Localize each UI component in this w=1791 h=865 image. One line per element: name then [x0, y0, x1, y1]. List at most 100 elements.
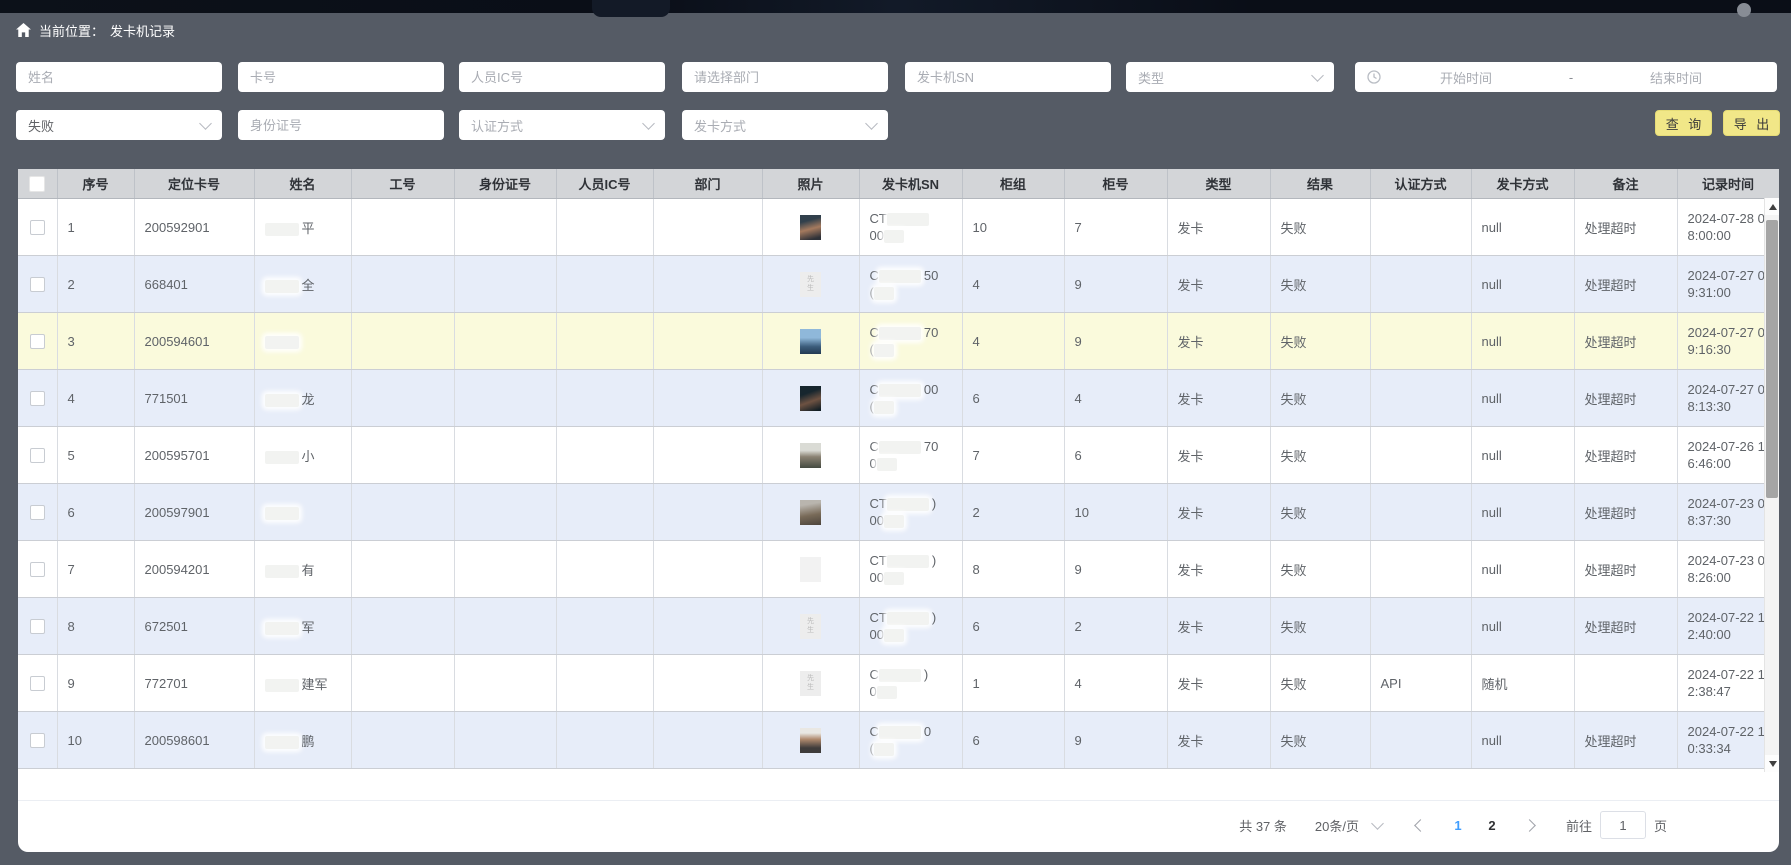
cell-empno: [351, 313, 454, 370]
col-header-time: 记录时间: [1677, 169, 1779, 199]
table-row[interactable]: 5200595701小C70076发卡失败null处理超时2024-07-26 …: [18, 427, 1779, 484]
card-number-input[interactable]: [238, 62, 444, 92]
select-all-checkbox[interactable]: [29, 176, 45, 192]
cell-remark: 处理超时: [1574, 370, 1677, 427]
cell-remark: 处理超时: [1574, 541, 1677, 598]
cell-result: 失败: [1270, 370, 1370, 427]
goto-page-input[interactable]: [1600, 811, 1646, 839]
table-header-row: 序号 定位卡号 姓名 工号 身份证号 人员IC号 部门 照片 发卡机SN 柜组 …: [18, 169, 1779, 199]
col-header-remark: 备注: [1574, 169, 1677, 199]
redacted-sn: [879, 441, 921, 454]
table-row[interactable]: 10200598601鹏C0(69发卡失败null处理超时2024-07-22 …: [18, 712, 1779, 769]
col-header-empno: 工号: [351, 169, 454, 199]
cell-icno: [556, 313, 653, 370]
cell-card: 772701: [134, 655, 254, 712]
prev-page-button[interactable]: [1414, 819, 1427, 832]
cell-issuer-sn: CT)00: [859, 541, 962, 598]
pagination-divider: [18, 800, 1779, 801]
cell-dept: [653, 199, 762, 256]
table-row[interactable]: 7200594201有CT)0089发卡失败null处理超时2024-07-23…: [18, 541, 1779, 598]
chevron-down-icon: [642, 117, 655, 130]
page-size-select[interactable]: 20条/页: [1315, 816, 1382, 835]
col-header-group: 柜组: [962, 169, 1064, 199]
row-checkbox[interactable]: [30, 676, 45, 691]
cell-remark: 处理超时: [1574, 256, 1677, 313]
table-row[interactable]: 3200594601C70(49发卡失败null处理超时2024-07-27 0…: [18, 313, 1779, 370]
table-row[interactable]: 9772701建军先生C)014发卡失败API随机2024-07-22 12:3…: [18, 655, 1779, 712]
table-row[interactable]: 6200597901CT)00210发卡失败null处理超时2024-07-23…: [18, 484, 1779, 541]
cell-seq: 1: [57, 199, 134, 256]
cell-dept: [653, 598, 762, 655]
redacted-sn: [877, 458, 897, 471]
cell-name: 平: [254, 199, 351, 256]
row-checkbox[interactable]: [30, 220, 45, 235]
table-row[interactable]: 8672501军先生CT)0062发卡失败null处理超时2024-07-22 …: [18, 598, 1779, 655]
issue-method-select[interactable]: 发卡方式: [682, 110, 888, 140]
name-suffix: 军: [302, 620, 315, 635]
cell-box: 4: [1064, 655, 1167, 712]
page-button-2[interactable]: 2: [1481, 818, 1503, 833]
cell-type: 发卡: [1167, 313, 1270, 370]
cell-method: null: [1471, 199, 1574, 256]
redacted-sn: [887, 555, 929, 568]
cell-box: 7: [1064, 199, 1167, 256]
redacted-name: [265, 507, 299, 520]
table-scrollbar[interactable]: [1764, 198, 1779, 772]
person-ic-input[interactable]: [459, 62, 665, 92]
cell-card: 200592901: [134, 199, 254, 256]
cell-seq: 4: [57, 370, 134, 427]
row-checkbox[interactable]: [30, 619, 45, 634]
cell-seq: 10: [57, 712, 134, 769]
cell-group: 7: [962, 427, 1064, 484]
row-checkbox[interactable]: [30, 733, 45, 748]
issuer-sn-input[interactable]: [905, 62, 1111, 92]
chevron-down-icon: [1371, 817, 1384, 830]
type-select[interactable]: 类型: [1126, 62, 1334, 92]
cell-method: null: [1471, 313, 1574, 370]
cell-idno: [454, 598, 556, 655]
goto-prefix-label: 前往: [1566, 816, 1592, 835]
cell-name: 有: [254, 541, 351, 598]
cell-empno: [351, 598, 454, 655]
cell-box: 4: [1064, 370, 1167, 427]
table-row[interactable]: 4771501龙C00(64发卡失败null处理超时2024-07-27 08:…: [18, 370, 1779, 427]
row-checkbox[interactable]: [30, 391, 45, 406]
name-input[interactable]: [16, 62, 222, 92]
department-input[interactable]: [682, 62, 888, 92]
next-page-button[interactable]: [1523, 819, 1536, 832]
scroll-up-button[interactable]: [1765, 198, 1779, 215]
result-select[interactable]: 失败: [16, 110, 222, 140]
cell-photo: [762, 484, 859, 541]
row-checkbox[interactable]: [30, 277, 45, 292]
page-button-1[interactable]: 1: [1447, 818, 1469, 833]
id-number-input[interactable]: [238, 110, 444, 140]
cell-empno: [351, 484, 454, 541]
export-button[interactable]: 导 出: [1723, 110, 1780, 136]
scrollbar-thumb[interactable]: [1766, 220, 1778, 498]
cell-auth: [1370, 256, 1471, 313]
cell-icno: [556, 598, 653, 655]
query-button[interactable]: 查 询: [1655, 110, 1712, 136]
cell-auth: [1370, 484, 1471, 541]
row-checkbox[interactable]: [30, 505, 45, 520]
cell-checkbox: [18, 655, 57, 712]
table-row[interactable]: 2668401全先生C50(49发卡失败null处理超时2024-07-27 0…: [18, 256, 1779, 313]
row-checkbox[interactable]: [30, 334, 45, 349]
row-checkbox[interactable]: [30, 448, 45, 463]
cell-type: 发卡: [1167, 199, 1270, 256]
cell-seq: 5: [57, 427, 134, 484]
table-row[interactable]: 1200592901平CT00107发卡失败null处理超时2024-07-28…: [18, 199, 1779, 256]
cell-result: 失败: [1270, 199, 1370, 256]
cell-card: 200597901: [134, 484, 254, 541]
scroll-down-button[interactable]: [1765, 755, 1779, 772]
cell-card: 771501: [134, 370, 254, 427]
cell-icno: [556, 199, 653, 256]
date-range-picker[interactable]: 开始时间 - 结束时间: [1355, 62, 1777, 92]
cell-method: 随机: [1471, 655, 1574, 712]
redacted-sn: [879, 726, 921, 739]
cell-group: 6: [962, 598, 1064, 655]
window-top-bar: [0, 0, 1791, 13]
row-checkbox[interactable]: [30, 562, 45, 577]
cell-issuer-sn: CT)00: [859, 598, 962, 655]
auth-method-select[interactable]: 认证方式: [459, 110, 665, 140]
